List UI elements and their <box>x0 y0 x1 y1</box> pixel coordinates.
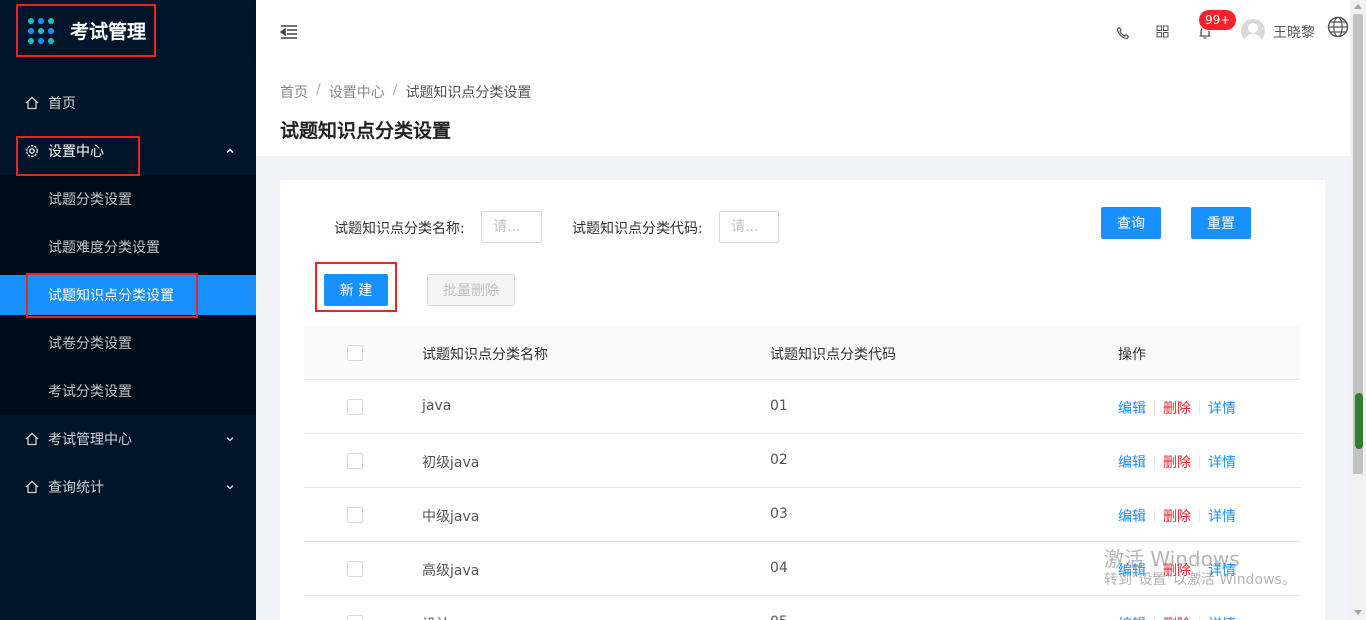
chevron-down-icon <box>222 431 238 447</box>
row-name: 设计 <box>422 614 450 620</box>
sidebar-item-settings[interactable]: 设置中心 <box>0 131 256 171</box>
row-checkbox[interactable] <box>347 507 363 523</box>
app-logo[interactable]: 考试管理 <box>16 4 156 57</box>
table-header: 试题知识点分类名称 试题知识点分类代码 操作 <box>304 326 1301 380</box>
breadcrumb-home[interactable]: 首页 <box>280 82 308 102</box>
row-code: 05 <box>770 614 788 620</box>
row-code: 03 <box>770 506 788 522</box>
home-icon <box>24 431 40 447</box>
delete-link[interactable]: 删除 <box>1163 614 1191 620</box>
home-icon <box>24 95 40 111</box>
table-row: 初级java 02 编辑 删除 详情 <box>304 434 1301 488</box>
row-checkbox[interactable] <box>347 453 363 469</box>
page-header: 首页 / 设置中心 / 试题知识点分类设置 试题知识点分类设置 <box>256 64 1350 156</box>
globe-icon[interactable] <box>1326 15 1350 39</box>
code-filter-input[interactable] <box>719 211 779 243</box>
query-button[interactable]: 查询 <box>1101 207 1161 239</box>
scroll-down-arrow[interactable] <box>1354 610 1362 615</box>
gear-icon <box>24 143 40 159</box>
windows-activation-hint: 转到"设置"以激活 Windows。 <box>1104 572 1296 588</box>
avatar-icon[interactable] <box>1241 19 1265 43</box>
table-row: 设计 05 编辑 删除 详情 <box>304 596 1301 620</box>
submenu-item-question-category[interactable]: 试题分类设置 <box>0 179 256 219</box>
username[interactable]: 王晓黎 <box>1273 22 1315 42</box>
phone-icon[interactable] <box>1114 24 1132 42</box>
scroll-up-arrow[interactable] <box>1354 4 1362 9</box>
menu-fold-icon[interactable] <box>278 22 300 42</box>
select-all-checkbox[interactable] <box>347 345 363 361</box>
row-name: 初级java <box>422 455 480 471</box>
submenu-label: 试卷分类设置 <box>48 336 132 352</box>
batch-delete-button[interactable]: 批量删除 <box>427 274 515 306</box>
app-title: 考试管理 <box>70 21 147 43</box>
table-row: java 01 编辑 删除 详情 <box>304 380 1301 434</box>
chevron-up-icon <box>222 143 238 159</box>
edit-link[interactable]: 编辑 <box>1118 614 1146 620</box>
code-filter-label: 试题知识点分类代码: <box>572 221 703 237</box>
detail-link[interactable]: 详情 <box>1208 614 1236 620</box>
breadcrumb-separator: / <box>392 82 398 98</box>
apps-icon[interactable] <box>1153 22 1171 40</box>
submenu-label: 试题知识点分类设置 <box>48 288 174 304</box>
sidebar-item-statistics[interactable]: 查询统计 <box>0 467 256 507</box>
edit-link[interactable]: 编辑 <box>1118 452 1146 472</box>
sidebar-item-label: 查询统计 <box>48 480 104 496</box>
home-icon <box>24 479 40 495</box>
submenu-item-paper-category[interactable]: 试卷分类设置 <box>0 323 256 363</box>
new-button[interactable]: 新 建 <box>324 274 388 306</box>
chevron-down-icon <box>222 479 238 495</box>
submenu-label: 试题分类设置 <box>48 192 132 208</box>
submenu-label: 考试分类设置 <box>48 384 132 400</box>
row-name: 中级java <box>422 509 480 525</box>
column-header-name: 试题知识点分类名称 <box>422 347 548 363</box>
row-code: 01 <box>770 398 788 414</box>
row-code: 04 <box>770 560 788 576</box>
top-header: 99+ 王晓黎 <box>256 0 1350 64</box>
delete-link[interactable]: 删除 <box>1163 398 1191 418</box>
submenu-label: 试题难度分类设置 <box>48 240 160 256</box>
submenu-item-knowledge-category[interactable]: 试题知识点分类设置 <box>0 275 256 315</box>
sidebar-item-exam-management[interactable]: 考试管理中心 <box>0 419 256 459</box>
row-name: 高级java <box>422 563 480 579</box>
reset-button[interactable]: 重置 <box>1191 207 1251 239</box>
table-row: 中级java 03 编辑 删除 详情 <box>304 488 1301 542</box>
sidebar: 考试管理 首页 设置中心 试题分类设置 试题难度分类设置 试题知识点分类设置 试… <box>0 0 256 620</box>
row-code: 02 <box>770 452 788 468</box>
breadcrumb: 首页 / 设置中心 / 试题知识点分类设置 <box>280 82 531 102</box>
breadcrumb-separator: / <box>316 82 321 98</box>
name-filter-label: 试题知识点分类名称: <box>334 221 465 237</box>
row-checkbox[interactable] <box>347 615 363 620</box>
breadcrumb-current: 试题知识点分类设置 <box>405 85 532 101</box>
submenu-item-difficulty-category[interactable]: 试题难度分类设置 <box>0 227 256 267</box>
page-title: 试题知识点分类设置 <box>280 120 452 142</box>
detail-link[interactable]: 详情 <box>1208 452 1236 472</box>
column-header-code: 试题知识点分类代码 <box>770 347 896 363</box>
row-checkbox[interactable] <box>347 399 363 415</box>
row-actions: 编辑 删除 详情 <box>1118 506 1236 526</box>
submenu-item-exam-category[interactable]: 考试分类设置 <box>0 371 256 411</box>
detail-link[interactable]: 详情 <box>1208 506 1236 526</box>
delete-link[interactable]: 删除 <box>1163 506 1191 526</box>
row-actions: 编辑 删除 详情 <box>1118 614 1236 620</box>
sidebar-item-label: 首页 <box>48 96 76 112</box>
row-actions: 编辑 删除 详情 <box>1118 398 1236 418</box>
scrollbar-thumb[interactable] <box>1355 393 1363 449</box>
grid-logo-icon <box>28 17 54 44</box>
row-actions: 编辑 删除 详情 <box>1118 452 1236 472</box>
sidebar-item-label: 考试管理中心 <box>48 432 132 448</box>
detail-link[interactable]: 详情 <box>1208 398 1236 418</box>
notification-badge: 99+ <box>1199 10 1237 30</box>
sidebar-item-home[interactable]: 首页 <box>0 83 256 123</box>
edit-link[interactable]: 编辑 <box>1118 506 1146 526</box>
breadcrumb-parent[interactable]: 设置中心 <box>329 82 385 102</box>
row-name: java <box>422 398 452 414</box>
row-checkbox[interactable] <box>347 561 363 577</box>
windows-activation-watermark: 激活 Windows <box>1104 547 1240 571</box>
column-header-actions: 操作 <box>1118 347 1146 363</box>
sidebar-item-label: 设置中心 <box>48 144 104 160</box>
name-filter-input[interactable] <box>481 211 542 243</box>
page-scrollbar[interactable] <box>1350 0 1366 620</box>
delete-link[interactable]: 删除 <box>1163 452 1191 472</box>
edit-link[interactable]: 编辑 <box>1118 398 1146 418</box>
